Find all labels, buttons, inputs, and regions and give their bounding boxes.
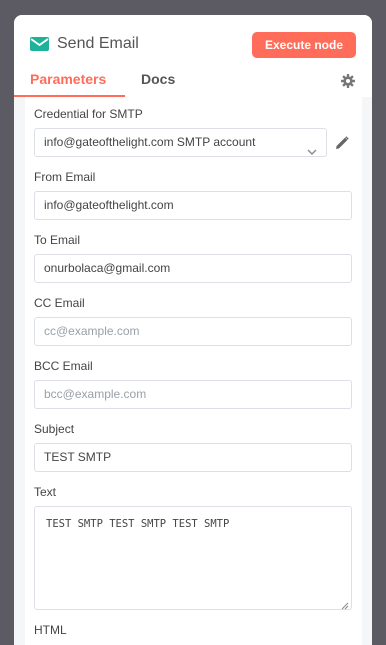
mail-icon xyxy=(30,37,49,51)
chevron-down-icon xyxy=(307,139,317,155)
subject-field[interactable]: TEST SMTP xyxy=(34,443,352,472)
subject-label: Subject xyxy=(34,422,75,436)
text-label: Text xyxy=(34,485,57,499)
execute-node-button[interactable]: Execute node xyxy=(252,32,356,58)
title-wrap: Send Email xyxy=(30,35,139,53)
tab-bar: Parameters Docs xyxy=(14,71,372,98)
text-field[interactable]: TEST SMTP TEST SMTP TEST SMTP xyxy=(34,506,352,610)
resize-handle-icon[interactable] xyxy=(341,599,349,610)
bcc-email-field[interactable]: bcc@example.com xyxy=(34,380,352,409)
node-settings-panel: Send Email Execute node Parameters Docs xyxy=(14,15,372,645)
credential-label: Credential for SMTP xyxy=(34,107,143,121)
panel-header: Send Email Execute node Parameters Docs xyxy=(14,15,372,98)
cc-email-label: CC Email xyxy=(34,296,85,310)
text-field-value: TEST SMTP TEST SMTP TEST SMTP xyxy=(46,518,230,530)
credential-select[interactable]: info@gateofthelight.com SMTP account xyxy=(34,128,327,157)
bcc-email-label: BCC Email xyxy=(34,359,93,373)
gear-icon[interactable] xyxy=(341,74,355,88)
from-email-label: From Email xyxy=(34,170,96,184)
parameters-area: Credential for SMTP info@gateofthelight.… xyxy=(14,97,372,645)
parameters-form: Credential for SMTP info@gateofthelight.… xyxy=(25,97,362,645)
from-email-field[interactable]: info@gateofthelight.com xyxy=(34,191,352,220)
tab-docs[interactable]: Docs xyxy=(141,71,175,98)
edit-credential-icon[interactable] xyxy=(335,136,349,150)
node-title[interactable]: Send Email xyxy=(57,35,139,53)
to-email-label: To Email xyxy=(34,233,81,247)
tab-parameters[interactable]: Parameters xyxy=(30,71,106,98)
credential-value: info@gateofthelight.com SMTP account xyxy=(44,135,256,149)
to-email-field[interactable]: onurbolaca@gmail.com xyxy=(34,254,352,283)
cc-email-field[interactable]: cc@example.com xyxy=(34,317,352,346)
html-label: HTML xyxy=(34,623,67,637)
